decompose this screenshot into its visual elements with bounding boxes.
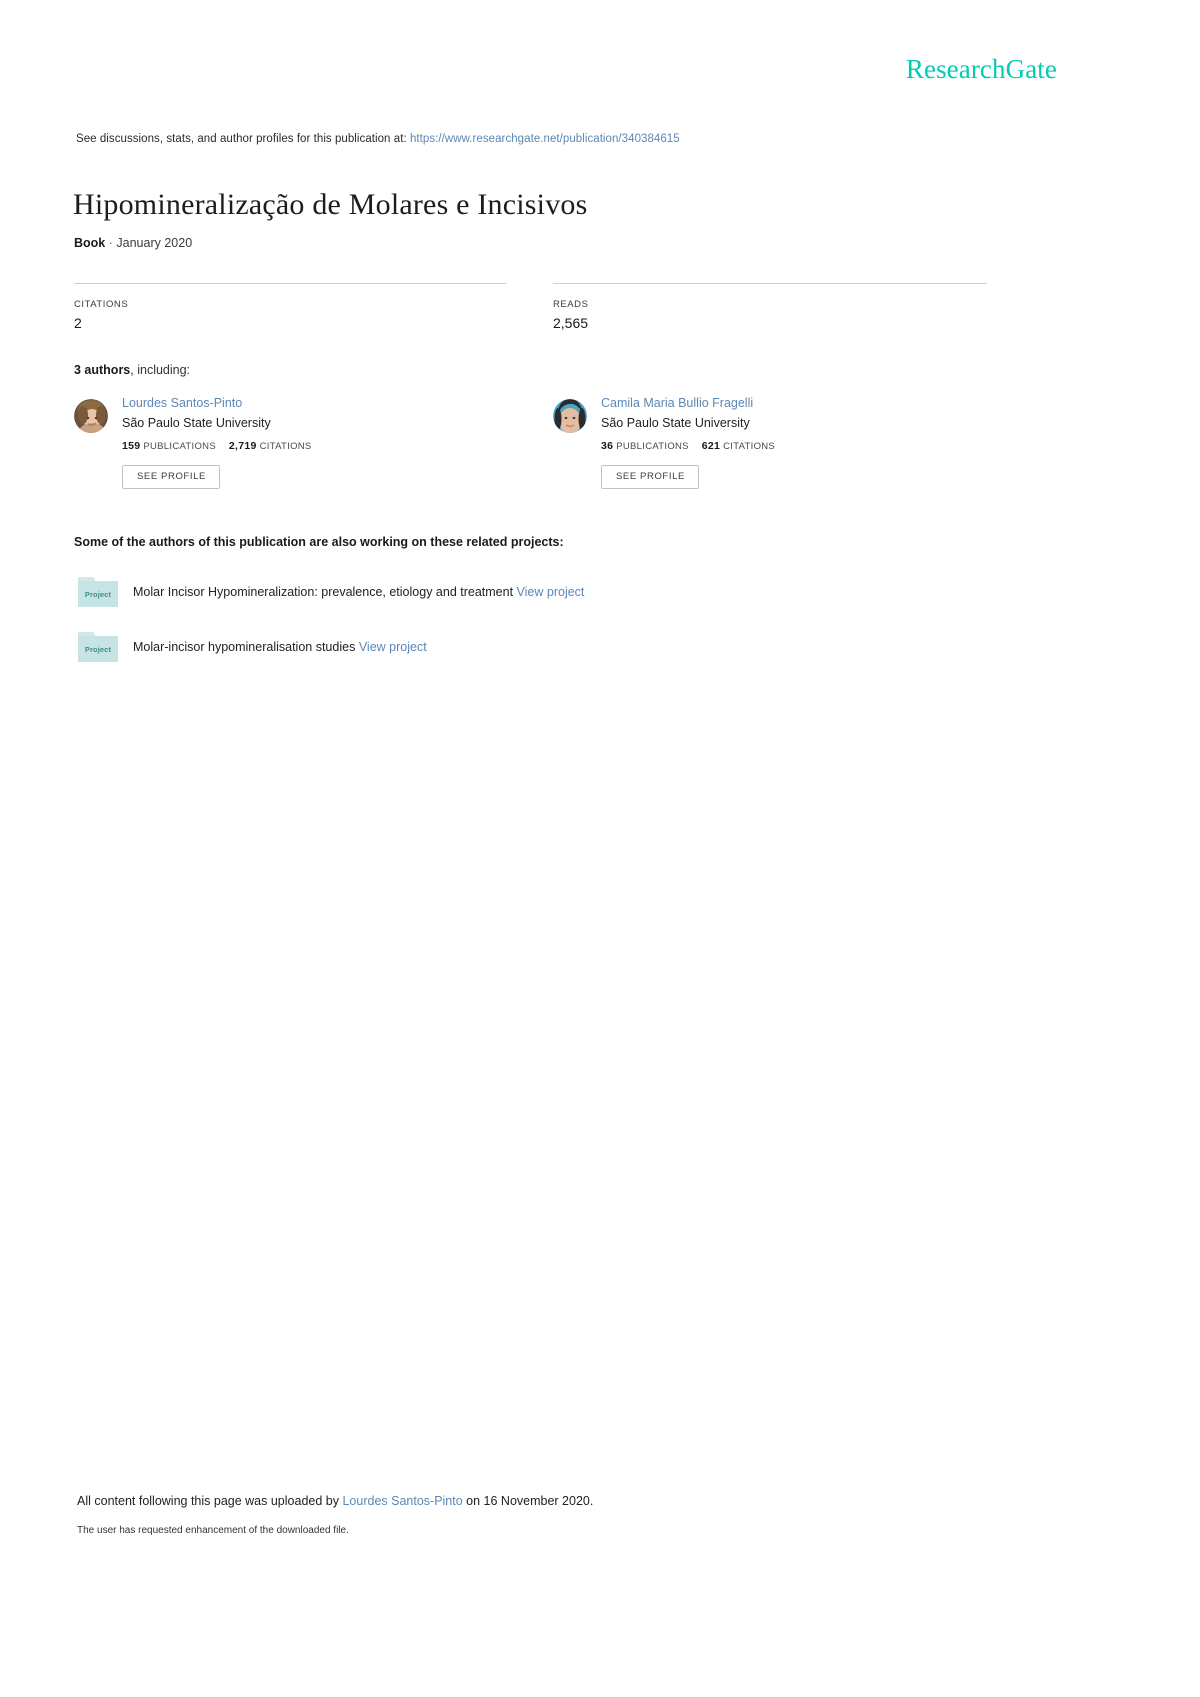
researchgate-logo: ResearchGate (905, 54, 1057, 84)
view-project-link[interactable]: View project (359, 640, 427, 654)
publication-type: Book (74, 236, 106, 250)
author-name-link[interactable]: Camila Maria Bullio Fragelli (601, 396, 775, 411)
project-title: Molar Incisor Hypomineralization: preval… (133, 585, 514, 599)
reads-stat-block: READS 2,565 (553, 283, 987, 331)
citations-value: 2 (74, 315, 82, 331)
publication-date: January 2020 (116, 236, 193, 250)
citations-label: CITATIONS (74, 299, 129, 310)
author-stats: 159 PUBLICATIONS 2,719 CITATIONS (122, 440, 312, 452)
author-publications-count: 36 (601, 440, 614, 452)
author-publications-label: PUBLICATIONS (616, 441, 689, 452)
authors-heading: 3 authors, including: (74, 363, 190, 377)
see-profile-button[interactable]: SEE PROFILE (122, 465, 220, 489)
project-folder-icon: Project (78, 577, 118, 607)
publication-cover-page: ResearchGate See discussions, stats, and… (0, 0, 1200, 1697)
avatar[interactable] (553, 399, 587, 433)
see-profile-button[interactable]: SEE PROFILE (601, 465, 699, 489)
uploader-link[interactable]: Lourdes Santos-Pinto (342, 1494, 462, 1508)
reads-divider (553, 283, 987, 284)
project-text: Molar Incisor Hypomineralization: preval… (133, 577, 584, 607)
citations-divider (74, 283, 506, 284)
page-title: Hipomineralização de Molares e Incisivos (73, 188, 588, 222)
author-citations-count: 2,719 (228, 440, 257, 452)
author-publications-label: PUBLICATIONS (143, 441, 216, 452)
citations-stat-block: CITATIONS 2 (74, 283, 506, 331)
project-row: Project Molar-incisor hypomineralisation… (78, 632, 427, 662)
folder-label: Project (84, 645, 112, 654)
author-institution: São Paulo State University (601, 416, 750, 430)
publication-meta: Book · January 2020 (74, 236, 192, 250)
project-folder-icon: Project (78, 632, 118, 662)
author-name-link[interactable]: Lourdes Santos-Pinto (122, 396, 312, 411)
discussions-prefix-text: See discussions, stats, and author profi… (76, 133, 407, 145)
author-citations-label: CITATIONS (723, 441, 776, 452)
avatar[interactable] (74, 399, 108, 433)
author-publications-count: 159 (122, 440, 141, 452)
author-stats: 36 PUBLICATIONS 621 CITATIONS (601, 440, 775, 452)
enhancement-note: The user has requested enhancement of th… (77, 1525, 349, 1536)
related-projects-heading: Some of the authors of this publication … (74, 535, 564, 549)
author-citations-count: 621 (701, 440, 721, 452)
reads-value: 2,565 (553, 315, 589, 331)
author-institution: São Paulo State University (122, 416, 271, 430)
author-citations-label: CITATIONS (259, 441, 312, 452)
discussions-line: See discussions, stats, and author profi… (76, 133, 680, 145)
upload-attribution: All content following this page was uplo… (77, 1494, 593, 1508)
author-card: Camila Maria Bullio Fragelli São Paulo S… (553, 396, 775, 489)
authors-count: 3 authors (74, 363, 131, 377)
project-title: Molar-incisor hypomineralisation studies (133, 640, 356, 654)
project-text: Molar-incisor hypomineralisation studies… (133, 632, 427, 662)
upload-suffix-text: on 16 November 2020. (466, 1494, 594, 1508)
author-card: Lourdes Santos-Pinto São Paulo State Uni… (74, 396, 312, 489)
reads-label: READS (553, 299, 589, 310)
view-project-link[interactable]: View project (517, 585, 585, 599)
publication-url-link[interactable]: https://www.researchgate.net/publication… (410, 133, 680, 145)
upload-prefix-text: All content following this page was uplo… (77, 1494, 339, 1508)
folder-label: Project (84, 590, 112, 599)
authors-including-text: , including: (130, 363, 191, 377)
meta-separator: · (108, 236, 113, 250)
project-row: Project Molar Incisor Hypomineralization… (78, 577, 584, 607)
